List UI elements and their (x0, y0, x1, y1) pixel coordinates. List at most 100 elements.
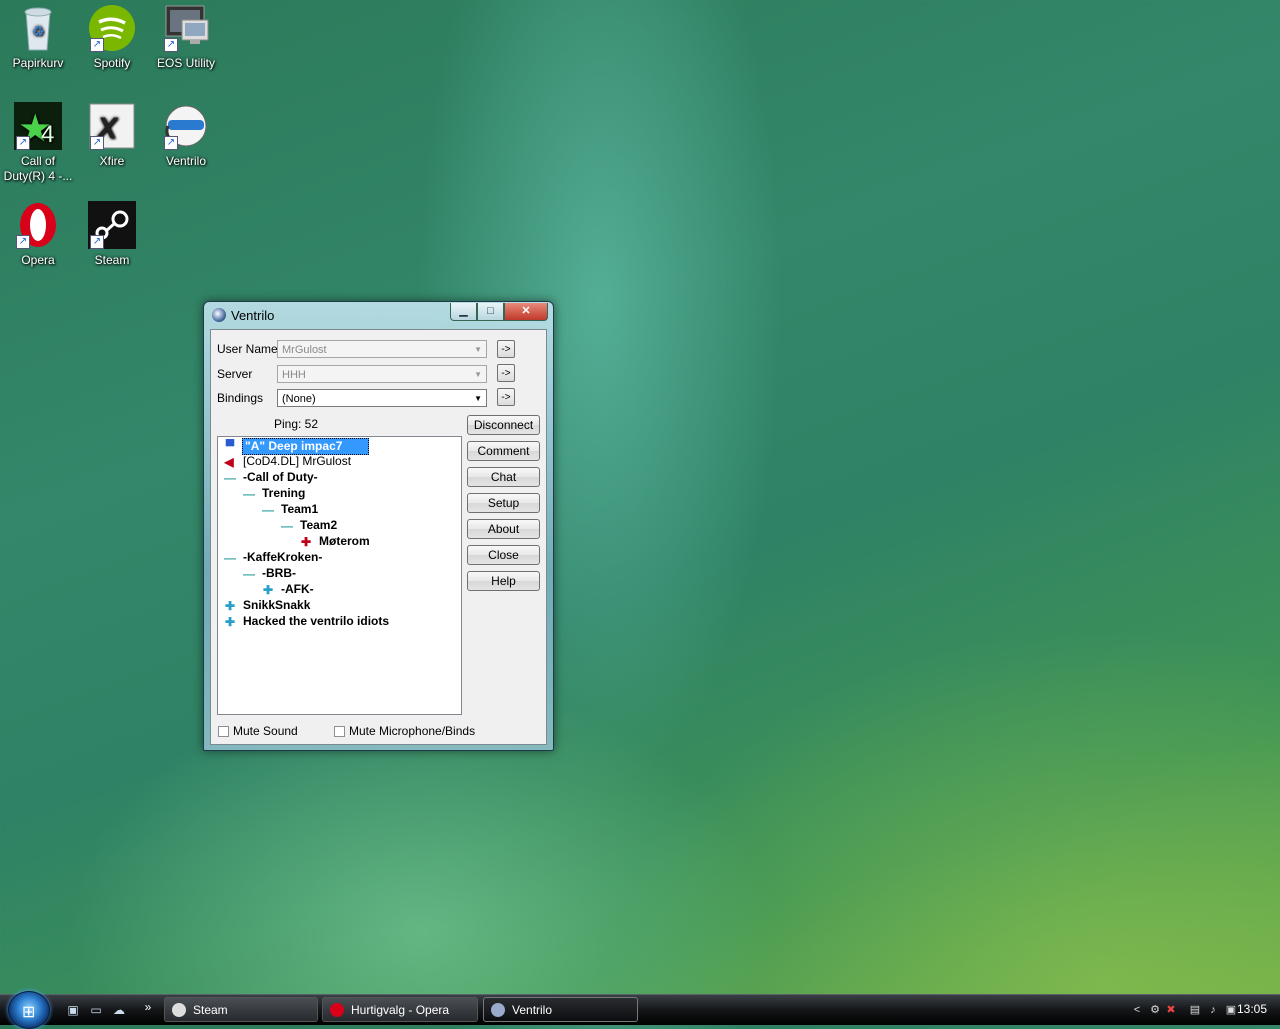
start-button[interactable]: ⊞ (8, 991, 50, 1029)
tree-user-self[interactable]: "A" Deep impac7 (242, 438, 370, 455)
close-window-button[interactable]: ✕ (504, 303, 548, 321)
desktop-icon-steam[interactable]: ↗ Steam (74, 199, 150, 268)
opera-icon (330, 1003, 344, 1017)
close-button[interactable]: Close (467, 545, 540, 565)
network-tray-icon[interactable]: ▤ (1188, 1003, 1202, 1017)
ventrilo-icon (491, 1003, 505, 1017)
setup-button[interactable]: Setup (467, 493, 540, 513)
bindings-combo[interactable]: (None) ▼ (277, 389, 487, 407)
task-label: Steam (193, 1003, 228, 1017)
maximize-button[interactable]: □ (477, 303, 504, 321)
ventrilo-window: Ventrilo ▁ □ ✕ User Name MrGulost ▼ -> S… (203, 301, 554, 751)
username-value: MrGulost (282, 344, 327, 356)
dropdown-arrow-icon: ▼ (474, 345, 482, 354)
ventrilo-app-icon (212, 308, 226, 322)
desktop-icon-label: Steam (94, 253, 130, 267)
minus-icon[interactable]: — (243, 488, 255, 500)
bindings-label: Bindings (217, 391, 264, 405)
minus-icon[interactable]: — (243, 568, 255, 580)
task-steam[interactable]: Steam (164, 997, 318, 1022)
system-tray: < ⚙ ✖ ▤ ♪ ▣ 13:05 (1130, 995, 1280, 1025)
desktop-icon-opera[interactable]: ↗ Opera (0, 199, 76, 268)
plus-icon[interactable]: ✚ (300, 536, 312, 548)
username-combo[interactable]: MrGulost ▼ (277, 340, 487, 358)
clock[interactable]: 13:05 (1237, 1002, 1267, 1016)
minus-icon[interactable]: — (224, 552, 236, 564)
mute-sound-label: Mute Sound (233, 724, 298, 738)
spotify-icon: ↗ (88, 4, 136, 52)
server-arrow-button[interactable]: -> (497, 364, 515, 382)
opera-icon: ↗ (14, 201, 62, 249)
desktop-icon-label: Xfire (99, 154, 125, 168)
chat-button[interactable]: Chat (467, 467, 540, 487)
tray-expand-button[interactable]: < (1130, 1003, 1144, 1017)
user-computer-icon: ▀ (225, 439, 235, 453)
comment-button[interactable]: Comment (467, 441, 540, 461)
minimize-button[interactable]: ▁ (450, 303, 477, 321)
desktop-icon-label: Opera (21, 253, 55, 267)
bindings-arrow-button[interactable]: -> (497, 388, 515, 406)
tree-channel[interactable]: -KaffeKroken- (243, 550, 322, 565)
minus-icon[interactable]: — (262, 504, 274, 516)
username-label: User Name (217, 342, 278, 356)
task-opera[interactable]: Hurtigvalg - Opera (322, 997, 478, 1022)
task-ventrilo[interactable]: Ventrilo (483, 997, 638, 1022)
window-client-area: User Name MrGulost ▼ -> Server HHH ▼ -> … (210, 329, 547, 745)
desktop-icon-xfire[interactable]: X ↗ Xfire (74, 100, 150, 169)
server-label: Server (217, 367, 253, 381)
recycle-bin-icon: ♻ (14, 4, 62, 52)
svg-text:4: 4 (41, 121, 54, 148)
tree-channel[interactable]: -AFK- (281, 582, 314, 597)
taskbar: ⊞ ▣ ▭ ☁ » Steam Hurtigvalg - Opera Ventr… (0, 991, 1280, 1029)
plus-icon[interactable]: ✚ (224, 616, 236, 628)
tree-channel[interactable]: -Call of Duty- (243, 470, 318, 485)
switch-windows-icon[interactable]: ▭ (88, 1002, 104, 1018)
mute-mic-checkbox[interactable] (334, 726, 345, 737)
minus-icon[interactable]: — (224, 472, 236, 484)
mute-sound-checkbox[interactable] (218, 726, 229, 737)
quicklaunch-overflow[interactable]: » (140, 999, 156, 1015)
xfire-icon: X ↗ (88, 102, 136, 150)
help-button[interactable]: Help (467, 571, 540, 591)
tree-channel[interactable]: Team2 (300, 518, 337, 533)
desktop-icon-ventrilo[interactable]: ↗ Ventrilo (148, 100, 224, 169)
tree-channel[interactable]: Hacked the ventrilo idiots (243, 614, 389, 629)
svg-text:♻: ♻ (32, 23, 45, 39)
network-icon[interactable]: ☁ (111, 1002, 127, 1018)
desktop-icon-recycle-bin[interactable]: ♻ Papirkurv (0, 2, 76, 71)
dropdown-arrow-icon: ▼ (474, 394, 482, 403)
desktop-icon-label-line2: Duty(R) 4 -... (3, 169, 73, 183)
desktop-icon-call-of-duty[interactable]: ★ 4 ↗ Call of Duty(R) 4 -... (0, 100, 76, 184)
about-button[interactable]: About (467, 519, 540, 539)
tree-channel[interactable]: SnikkSnakk (243, 598, 310, 613)
plus-icon[interactable]: ✚ (262, 584, 274, 596)
shortcut-arrow-icon: ↗ (164, 38, 178, 52)
shortcut-arrow-icon: ↗ (90, 235, 104, 249)
tree-channel[interactable]: -BRB- (262, 566, 296, 581)
username-arrow-button[interactable]: -> (497, 340, 515, 358)
desktop-icon-label: Ventrilo (165, 154, 207, 168)
bindings-value: (None) (282, 393, 316, 405)
shortcut-arrow-icon: ↗ (164, 136, 178, 150)
desktop-icon-eos-utility[interactable]: ↗ EOS Utility (148, 2, 224, 71)
xfire-tray-icon[interactable]: ✖ (1164, 1003, 1178, 1017)
channel-tree[interactable]: ▀ "A" Deep impac7 ◀ [CoD4.DL] MrGulost —… (217, 436, 462, 715)
server-combo[interactable]: HHH ▼ (277, 365, 487, 383)
speaker-icon: ◀ (224, 455, 234, 469)
tree-user[interactable]: [CoD4.DL] MrGulost (243, 454, 351, 469)
desktop-icon-spotify[interactable]: ↗ Spotify (74, 2, 150, 71)
volume-icon[interactable]: ♪ (1206, 1003, 1220, 1017)
desktop-icon-label: Spotify (93, 56, 131, 70)
safely-remove-icon[interactable]: ▣ (1224, 1003, 1238, 1017)
tree-channel[interactable]: Team1 (281, 502, 318, 517)
shortcut-arrow-icon: ↗ (16, 235, 30, 249)
desktop-icon-label-line1: Call of (20, 154, 55, 168)
show-desktop-icon[interactable]: ▣ (65, 1002, 81, 1018)
dropdown-arrow-icon: ▼ (474, 370, 482, 379)
tree-channel[interactable]: Møterom (319, 534, 370, 549)
disconnect-button[interactable]: Disconnect (467, 415, 540, 435)
tree-channel[interactable]: Trening (262, 486, 305, 501)
plus-icon[interactable]: ✚ (224, 600, 236, 612)
steam-tray-icon[interactable]: ⚙ (1148, 1003, 1162, 1017)
minus-icon[interactable]: — (281, 520, 293, 532)
